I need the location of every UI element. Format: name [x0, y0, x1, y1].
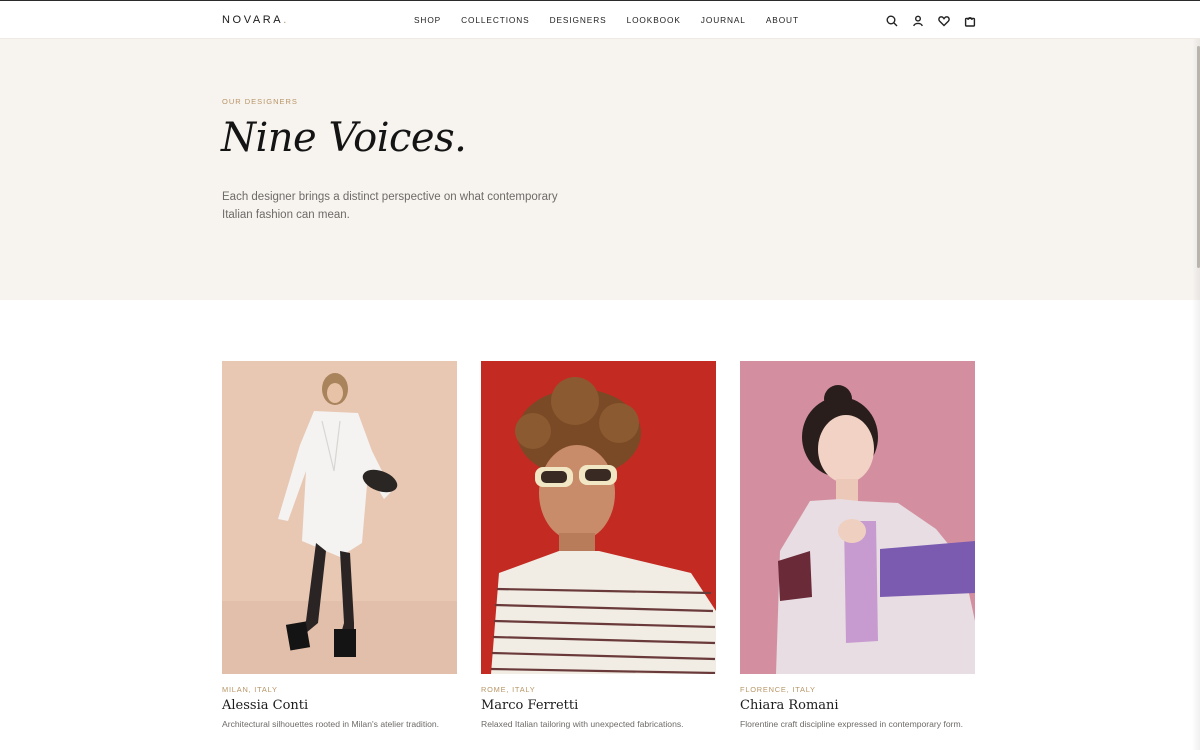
designer-photo[interactable]: [481, 361, 716, 674]
hero-description: Each designer brings a distinct perspect…: [222, 191, 558, 221]
hero-section: OUR DESIGNERS Nine Voices. Each designer…: [0, 39, 1200, 300]
designer-card[interactable]: MILAN, ITALY Alessia Conti Architectural…: [222, 361, 457, 730]
nav-shop[interactable]: SHOP: [414, 15, 441, 25]
brand-logo[interactable]: NOVARA.: [222, 14, 286, 26]
page-title: Nine Voices.: [221, 115, 467, 161]
nav-about[interactable]: ABOUT: [766, 15, 799, 25]
designer-photo[interactable]: [740, 361, 975, 674]
designer-name[interactable]: Alessia Conti: [222, 698, 457, 713]
brand-dot: .: [283, 14, 287, 26]
designer-card[interactable]: FLORENCE, ITALY Chiara Romani Florentine…: [740, 361, 975, 730]
site-header: NOVARA. SHOP COLLECTIONS DESIGNERS LOOKB…: [0, 1, 1200, 39]
designer-location: FLORENCE, ITALY: [740, 685, 816, 694]
bag-icon[interactable]: [962, 13, 978, 29]
nav-collections[interactable]: COLLECTIONS: [461, 15, 529, 25]
designer-bio: Architectural silhouettes rooted in Mila…: [222, 719, 440, 729]
nav-designers[interactable]: DESIGNERS: [550, 15, 607, 25]
designer-location: ROME, ITALY: [481, 685, 536, 694]
designer-name[interactable]: Marco Ferretti: [481, 698, 716, 713]
main-nav: SHOP COLLECTIONS DESIGNERS LOOKBOOK JOUR…: [414, 15, 819, 25]
designer-card[interactable]: ROME, ITALY Marco Ferretti Relaxed Itali…: [481, 361, 716, 730]
designer-bio: Relaxed Italian tailoring with unexpecte…: [481, 719, 684, 729]
designer-photo-illustration: [481, 361, 716, 674]
designer-name[interactable]: Chiara Romani: [740, 698, 975, 713]
designer-location: MILAN, ITALY: [222, 685, 278, 694]
nav-lookbook[interactable]: LOOKBOOK: [627, 15, 681, 25]
hero-eyebrow: OUR DESIGNERS: [222, 97, 298, 106]
designer-grid: MILAN, ITALY Alessia Conti Architectural…: [222, 361, 975, 730]
designer-photo[interactable]: [222, 361, 457, 674]
brand-name: NOVARA: [222, 14, 284, 26]
header-icons: [884, 13, 978, 29]
designer-bio: Florentine craft discipline expressed in…: [740, 719, 964, 729]
nav-journal[interactable]: JOURNAL: [701, 15, 746, 25]
search-icon[interactable]: [884, 13, 900, 29]
user-icon[interactable]: [910, 13, 926, 29]
designer-photo-illustration: [740, 361, 975, 674]
heart-icon[interactable]: [936, 13, 952, 29]
designer-photo-illustration: [222, 361, 457, 674]
